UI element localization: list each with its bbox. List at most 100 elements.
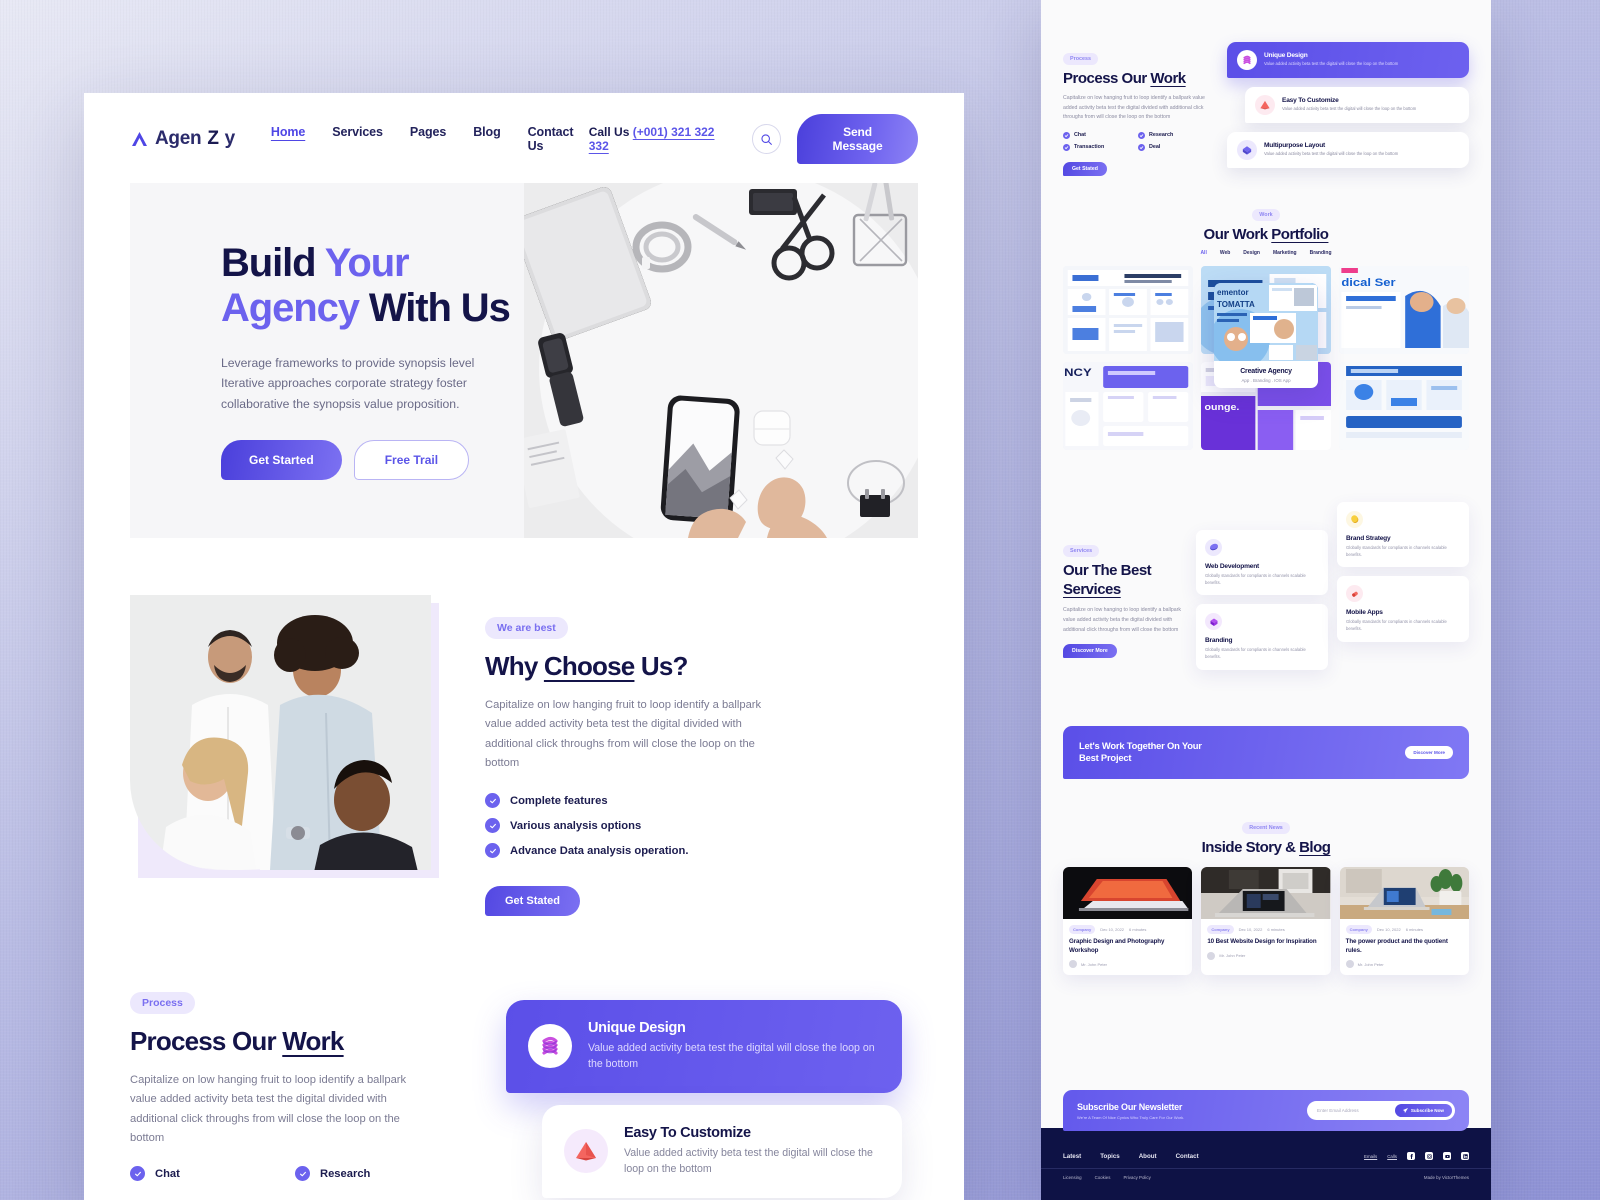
capsule-icon xyxy=(1346,585,1363,603)
feature-desc: Value added activity beta test the digit… xyxy=(1264,151,1399,157)
linkedin-icon[interactable] xyxy=(1461,1152,1469,1160)
service-card-brand-strategy[interactable]: Brand Strategy Globally standards for co… xyxy=(1337,501,1469,568)
feature-desc: Value added activity beta test the digit… xyxy=(588,1042,875,1071)
portfolio-item[interactable]: NCY xyxy=(1063,361,1193,450)
feature-card-easy-to-customize[interactable]: Easy To Customize Value added activity b… xyxy=(542,1104,902,1198)
footer-privacy-policy-link[interactable]: Privacy Policy xyxy=(1123,1175,1150,1180)
cta-heading: Let's Work Together On Your Best Project xyxy=(1079,740,1202,765)
subscribe-now-button[interactable]: Subscribe Now xyxy=(1394,1104,1452,1117)
tick-label: Transaction xyxy=(1074,144,1105,151)
nav-item-services[interactable]: Services xyxy=(332,125,383,153)
blog-author: Mr. John Peter xyxy=(1340,955,1469,975)
blog-post-card[interactable]: Company Dec 10, 2022 6 minutes The power p… xyxy=(1339,867,1469,976)
footer-link-topics[interactable]: Topics xyxy=(1100,1153,1119,1160)
portfolio-item[interactable] xyxy=(1339,361,1469,450)
nav-item-blog[interactable]: Blog xyxy=(473,125,500,153)
check-icon xyxy=(485,793,500,809)
newsletter-subtitle: We're A Team Of Nice Cynics Who Truly Ca… xyxy=(1077,1114,1185,1120)
check-icon xyxy=(485,843,500,859)
send-message-button[interactable]: Send Message xyxy=(797,114,918,164)
preview-tick-grid: Chat Research Transaction Deal xyxy=(1063,131,1213,156)
newsletter-copy: Subscribe Our Newsletter We're A Team Of… xyxy=(1077,1102,1184,1120)
logo[interactable]: Agen Zy xyxy=(130,128,235,150)
search-button[interactable] xyxy=(751,124,782,154)
why-title-b: Us? xyxy=(634,651,689,681)
nav-item-contact-us[interactable]: Contact Us xyxy=(528,125,589,153)
tab-marketing[interactable]: Marketing xyxy=(1273,250,1297,256)
get-started-button[interactable]: Get Started xyxy=(221,440,342,481)
youtube-icon[interactable] xyxy=(1443,1152,1451,1160)
triangle-icon xyxy=(564,1129,608,1174)
nav-item-home[interactable]: Home xyxy=(271,125,305,153)
svg-text:dical Ser: dical Ser xyxy=(1341,276,1395,289)
tab-branding[interactable]: Branding xyxy=(1310,250,1332,256)
blog-title-u: Blog xyxy=(1299,839,1331,857)
blog-read-time: 6 minutes xyxy=(1267,927,1285,933)
instagram-icon[interactable] xyxy=(1425,1152,1433,1160)
preview-process-title-u: Work xyxy=(1150,70,1186,87)
featured-title: Creative Agency xyxy=(1240,368,1292,375)
blog-post-card[interactable]: Company Dec 10, 2022 6 minutes 10 Best Web… xyxy=(1201,867,1331,976)
footer-link-contact[interactable]: Contact xyxy=(1176,1153,1199,1160)
service-title: Branding xyxy=(1205,637,1233,645)
services-cards: Web Development Globally standards for c… xyxy=(1196,501,1469,670)
blog-author-name: Mr. John Peter xyxy=(1357,961,1384,967)
blog-post-card[interactable]: Company Dec 10, 2022 6 minutes Graphic Des… xyxy=(1063,867,1193,976)
blog-read-time: 6 minutes xyxy=(1405,927,1424,933)
preview-get-stated-button[interactable]: Get Stated xyxy=(1063,161,1107,176)
why-title: Why Choose Us? xyxy=(485,651,918,682)
cta-discover-more-button[interactable]: Discover More xyxy=(1405,745,1453,759)
portfolio-item[interactable] xyxy=(1063,265,1193,354)
footer-link-about[interactable]: About xyxy=(1139,1153,1157,1160)
footer-link-latest[interactable]: Latest xyxy=(1063,1153,1081,1160)
tick-label: Chat xyxy=(1074,132,1086,139)
preview-feature-card-easy-customize[interactable]: Easy To Customize Value added activity b… xyxy=(1245,87,1469,123)
service-desc: Globally standards for compliants in cha… xyxy=(1205,572,1306,585)
preview-process-copy: Process Process Our Work Capitalize on l… xyxy=(1063,52,1213,176)
tab-web[interactable]: Web xyxy=(1220,250,1230,256)
tab-all[interactable]: All xyxy=(1200,250,1206,256)
service-desc: Globally standards for compliants in cha… xyxy=(1346,619,1447,632)
tab-design[interactable]: Design xyxy=(1243,250,1260,256)
avatar xyxy=(1207,951,1216,960)
service-card-web-development[interactable]: Web Development Globally standards for c… xyxy=(1196,529,1328,596)
portfolio-thumb-dashboard xyxy=(1339,361,1469,450)
free-trail-button[interactable]: Free Trail xyxy=(353,440,470,481)
check-icon xyxy=(1138,131,1145,139)
feature-desc: Value added activity beta test the digit… xyxy=(1282,106,1417,112)
subscribe-label: Subscribe Now xyxy=(1410,1108,1444,1113)
footer-licensing-link[interactable]: Licensing xyxy=(1063,1175,1082,1180)
preview-services-section: Services Our The Best Services Capitaliz… xyxy=(1041,450,1491,670)
blog-author-name: Mr. John Peter xyxy=(1219,953,1246,959)
logo-mark-icon xyxy=(130,130,149,149)
logo-text-2: Z xyxy=(207,128,219,149)
hero-title-2: With Us xyxy=(358,285,511,330)
email-input[interactable]: Enter Email Address xyxy=(1317,1108,1395,1113)
portfolio-item[interactable]: dical Ser xyxy=(1339,265,1469,354)
main-nav: Home Services Pages Blog Contact Us xyxy=(271,125,589,153)
preview-feature-card-multipurpose[interactable]: Multipurpose Layout Value added activity… xyxy=(1227,132,1469,168)
discover-more-button[interactable]: Discover More xyxy=(1063,644,1117,659)
footer-emails-link[interactable]: Emails xyxy=(1364,1154,1377,1159)
portfolio-featured-card[interactable]: ementor TOMATTA Creative Agency App . Br… xyxy=(1214,283,1318,388)
check-icon xyxy=(1063,131,1070,139)
portfolio-badge: Work xyxy=(1252,208,1280,221)
feature-title: Unique Design xyxy=(588,1020,686,1037)
preview-blog-section: Recent News Inside Story & Blog Company D… xyxy=(1041,779,1491,976)
feature-card-unique-design[interactable]: Unique Design Value added activity beta … xyxy=(506,1000,902,1093)
services-col-left: Web Development Globally standards for c… xyxy=(1196,502,1328,670)
process-title-underlined: Work xyxy=(282,1026,344,1057)
services-col-right: Brand Strategy Globally standards for co… xyxy=(1337,501,1469,670)
nav-item-pages[interactable]: Pages xyxy=(410,125,446,153)
blog-read-time: 6 minutes xyxy=(1129,927,1147,933)
preview-feature-card-unique-design[interactable]: Unique Design Value added activity beta … xyxy=(1227,42,1469,78)
footer-cookies-link[interactable]: Cookies xyxy=(1095,1175,1111,1180)
service-card-branding[interactable]: Branding Globally standards for complian… xyxy=(1196,604,1328,670)
preview-process-badge: Process xyxy=(1063,53,1098,65)
facebook-icon[interactable] xyxy=(1407,1152,1415,1160)
preview-process-section: Process Process Our Work Capitalize on l… xyxy=(1041,0,1491,176)
why-get-stated-button[interactable]: Get Stated xyxy=(485,886,581,917)
check-icon xyxy=(130,1166,145,1182)
footer-calls-link[interactable]: Calls xyxy=(1387,1154,1397,1159)
service-card-mobile-apps[interactable]: Mobile Apps Globally standards for compl… xyxy=(1337,576,1469,642)
